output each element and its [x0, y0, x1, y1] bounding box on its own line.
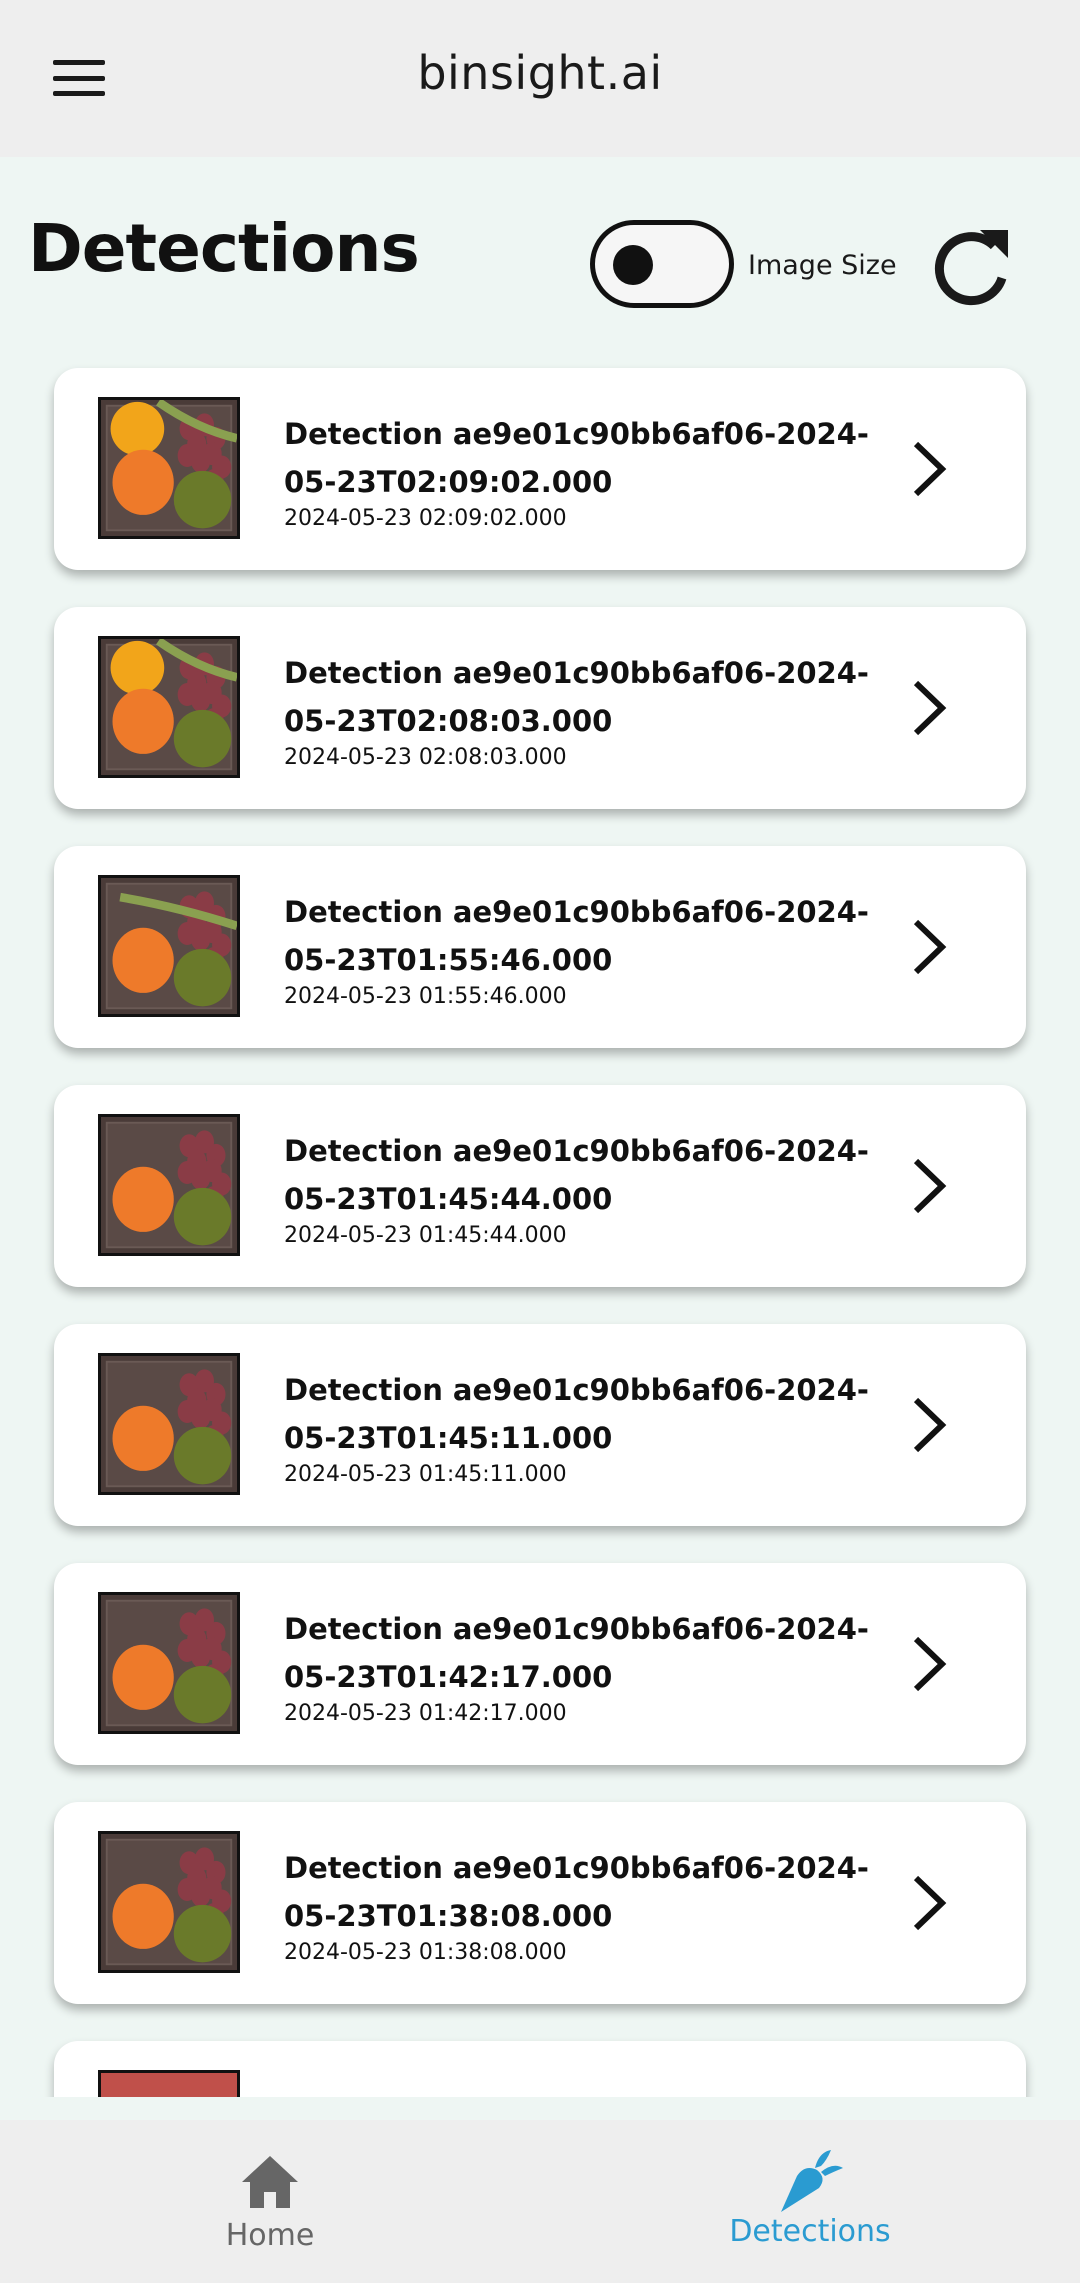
- refresh-icon: [934, 230, 1008, 306]
- detection-timestamp: 2024-05-23 01:38:08.000: [284, 1940, 567, 1965]
- image-size-toggle[interactable]: [590, 220, 734, 308]
- detection-title: Detection ae9e01c90bb6af06-2024-05-23T01…: [284, 1612, 869, 1694]
- detection-timestamp: 2024-05-23 01:45:44.000: [284, 1223, 567, 1248]
- nav-item-detections[interactable]: Detections: [540, 2120, 1080, 2283]
- detection-card[interactable]: Detection ae9e01c90bb6af06-2024-05-23T01…: [54, 1085, 1026, 1287]
- detection-title: Detection ae9e01c90bb6af06-2024-05-23T02…: [284, 656, 869, 738]
- detection-card-partial[interactable]: [54, 2041, 1026, 2097]
- detection-timestamp: 2024-05-23 01:55:46.000: [284, 984, 567, 1009]
- nav-label-home: Home: [225, 2218, 315, 2253]
- chevron-right-icon[interactable]: [894, 1390, 964, 1460]
- chevron-right-icon[interactable]: [894, 434, 964, 504]
- chevron-right-icon[interactable]: [894, 1868, 964, 1938]
- chevron-right-icon[interactable]: [894, 1151, 964, 1221]
- detection-timestamp: 2024-05-23 02:08:03.000: [284, 745, 567, 770]
- detection-thumbnail: [98, 2070, 240, 2097]
- detection-card[interactable]: Detection ae9e01c90bb6af06-2024-05-23T01…: [54, 1563, 1026, 1765]
- detection-title: Detection ae9e01c90bb6af06-2024-05-23T01…: [284, 1851, 869, 1933]
- detection-card[interactable]: Detection ae9e01c90bb6af06-2024-05-23T01…: [54, 846, 1026, 1048]
- detection-card[interactable]: Detection ae9e01c90bb6af06-2024-05-23T01…: [54, 1324, 1026, 1526]
- detection-thumbnail: [98, 1353, 240, 1495]
- toggle-label: Image Size: [748, 250, 897, 281]
- detection-timestamp: 2024-05-23 02:09:02.000: [284, 506, 567, 531]
- detection-title: Detection ae9e01c90bb6af06-2024-05-23T02…: [284, 417, 869, 499]
- detection-thumbnail: [98, 397, 240, 539]
- detection-title: Detection ae9e01c90bb6af06-2024-05-23T01…: [284, 1134, 869, 1216]
- home-icon: [242, 2156, 298, 2208]
- detection-timestamp: 2024-05-23 01:45:11.000: [284, 1462, 567, 1487]
- page-title: Detections: [28, 210, 420, 287]
- detection-thumbnail: [98, 636, 240, 778]
- app-bar: binsight.ai: [0, 0, 1080, 157]
- detection-thumbnail: [98, 1592, 240, 1734]
- detection-thumbnail: [98, 1114, 240, 1256]
- detection-thumbnail: [98, 875, 240, 1017]
- detection-list: Detection ae9e01c90bb6af06-2024-05-23T02…: [0, 360, 1080, 2097]
- detection-title: Detection ae9e01c90bb6af06-2024-05-23T01…: [284, 895, 869, 977]
- refresh-button[interactable]: [928, 222, 1018, 312]
- chevron-right-icon[interactable]: [894, 912, 964, 982]
- chevron-right-icon[interactable]: [894, 1629, 964, 1699]
- detection-title: Detection ae9e01c90bb6af06-2024-05-23T01…: [284, 1373, 869, 1455]
- bottom-nav: Home Detections: [0, 2120, 1080, 2283]
- app-title: binsight.ai: [417, 46, 663, 100]
- toggle-knob: [613, 245, 653, 285]
- detection-thumbnail: [98, 1831, 240, 1973]
- carrot-icon: [781, 2150, 843, 2212]
- chevron-right-icon[interactable]: [894, 673, 964, 743]
- detection-card[interactable]: Detection ae9e01c90bb6af06-2024-05-23T02…: [54, 607, 1026, 809]
- detection-card[interactable]: Detection ae9e01c90bb6af06-2024-05-23T01…: [54, 1802, 1026, 2004]
- detection-timestamp: 2024-05-23 01:42:17.000: [284, 1701, 567, 1726]
- nav-label-detections: Detections: [729, 2214, 891, 2249]
- detection-card[interactable]: Detection ae9e01c90bb6af06-2024-05-23T02…: [54, 368, 1026, 570]
- nav-item-home[interactable]: Home: [0, 2120, 540, 2283]
